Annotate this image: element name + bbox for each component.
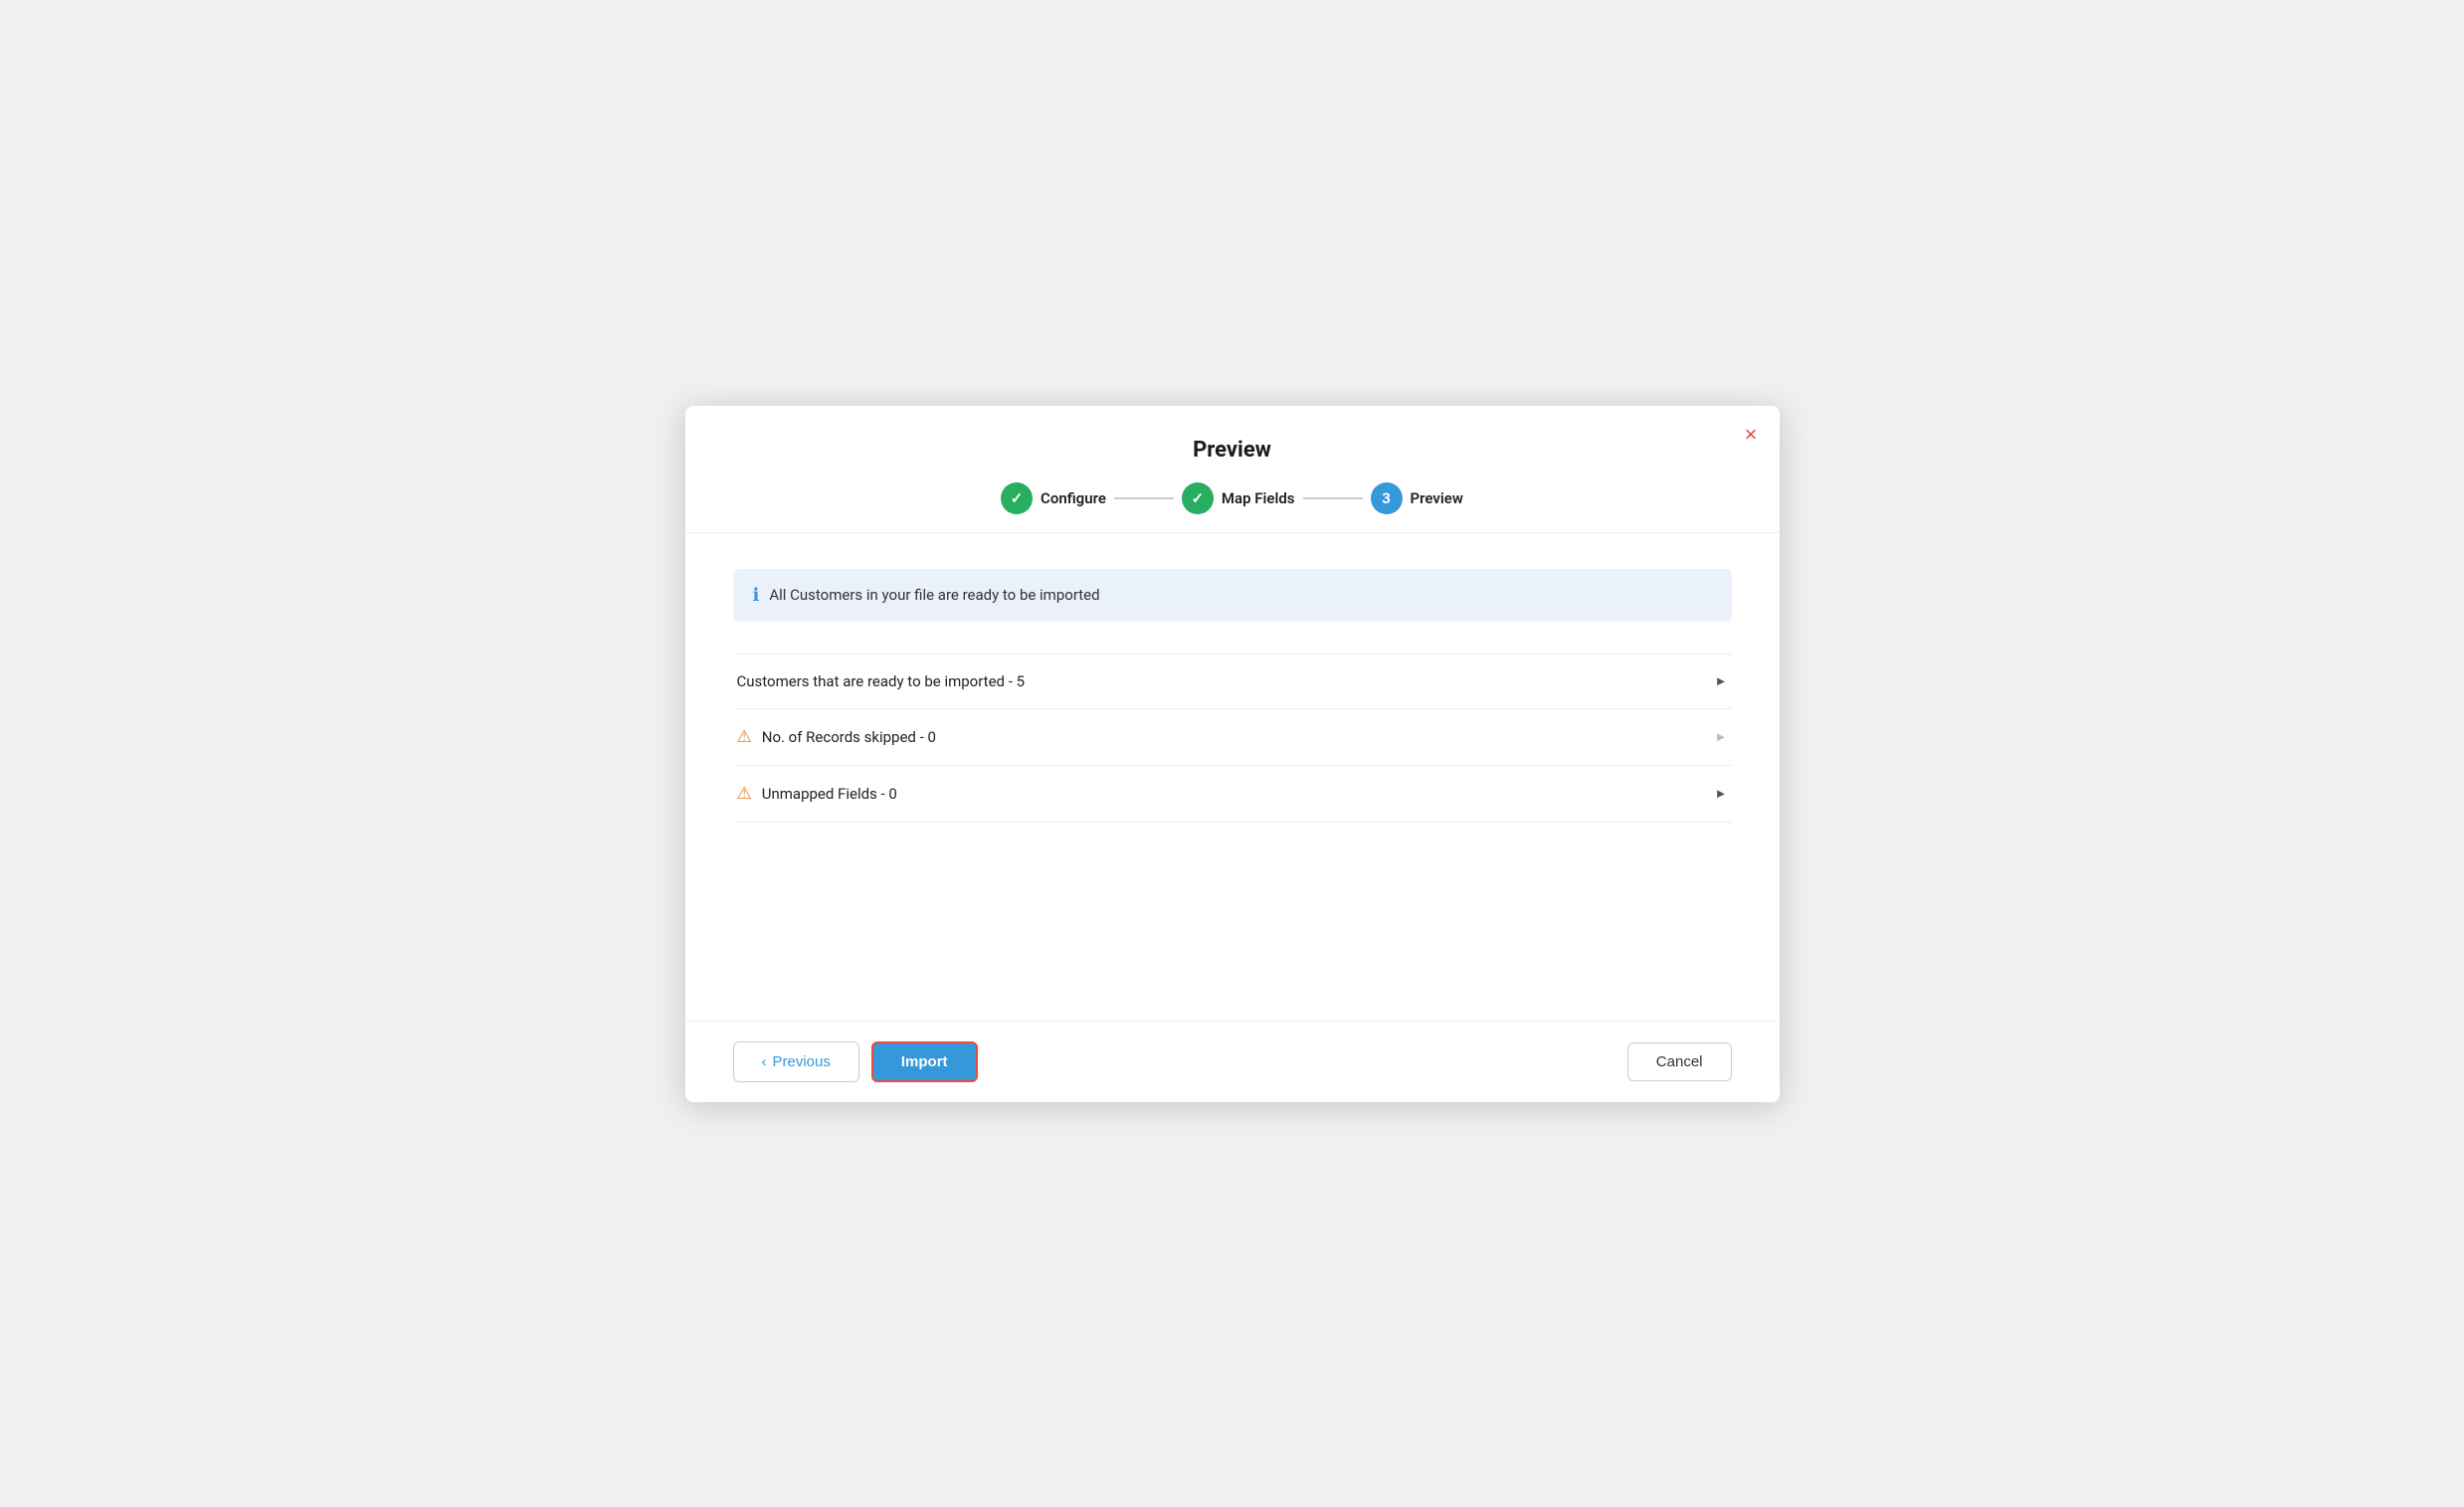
import-button[interactable]: Import — [871, 1041, 978, 1082]
summary-label-ready: Customers that are ready to be imported … — [737, 672, 1026, 690]
summary-item-ready[interactable]: Customers that are ready to be imported … — [733, 655, 1732, 709]
step-map-fields-label: Map Fields — [1222, 489, 1295, 507]
modal-body: ℹ All Customers in your file are ready t… — [685, 533, 1780, 1021]
modal: × Preview ✓ Configure ✓ Map Fields — [685, 406, 1780, 1102]
step-connector-1 — [1114, 497, 1174, 499]
summary-item-unmapped[interactable]: ⚠ Unmapped Fields - 0 ► — [733, 766, 1732, 823]
checkmark-icon-2: ✓ — [1192, 489, 1205, 507]
info-banner: ℹ All Customers in your file are ready t… — [733, 569, 1732, 622]
cancel-button[interactable]: Cancel — [1627, 1042, 1732, 1081]
previous-button[interactable]: ‹ Previous — [733, 1041, 859, 1082]
summary-label-skipped: No. of Records skipped - 0 — [762, 728, 936, 746]
step-preview-circle: 3 — [1371, 482, 1403, 514]
step-preview-label: Preview — [1411, 489, 1463, 507]
summary-item-ready-left: Customers that are ready to be imported … — [737, 672, 1026, 690]
step-preview-number: 3 — [1382, 489, 1391, 507]
previous-chevron-icon: ‹ — [762, 1053, 767, 1070]
step-map-fields-circle: ✓ — [1182, 482, 1214, 514]
step-map-fields: ✓ Map Fields — [1182, 482, 1295, 514]
info-icon: ℹ — [753, 585, 760, 606]
footer-left: ‹ Previous Import — [733, 1041, 978, 1082]
summary-item-unmapped-left: ⚠ Unmapped Fields - 0 — [737, 784, 897, 804]
modal-header: Preview ✓ Configure ✓ Map Fields — [685, 406, 1780, 533]
summary-arrow-unmapped: ► — [1715, 786, 1728, 802]
step-preview: 3 Preview — [1371, 482, 1463, 514]
modal-footer: ‹ Previous Import Cancel — [685, 1021, 1780, 1102]
step-connector-2 — [1303, 497, 1363, 499]
close-button[interactable]: × — [1745, 424, 1758, 446]
info-banner-text: All Customers in your file are ready to … — [769, 586, 1099, 604]
stepper: ✓ Configure ✓ Map Fields 3 Preview — [685, 482, 1780, 514]
modal-title: Preview — [685, 438, 1780, 463]
checkmark-icon: ✓ — [1011, 489, 1024, 507]
summary-label-unmapped: Unmapped Fields - 0 — [762, 785, 897, 803]
summary-arrow-skipped: ► — [1715, 729, 1728, 745]
summary-list: Customers that are ready to be imported … — [733, 654, 1732, 823]
warning-icon-unmapped: ⚠ — [737, 784, 752, 804]
warning-icon-skipped: ⚠ — [737, 727, 752, 747]
summary-item-skipped[interactable]: ⚠ No. of Records skipped - 0 ► — [733, 709, 1732, 766]
step-configure-circle: ✓ — [1001, 482, 1033, 514]
summary-arrow-ready: ► — [1715, 673, 1728, 689]
step-configure-label: Configure — [1041, 489, 1106, 507]
previous-label: Previous — [773, 1053, 831, 1070]
summary-item-skipped-left: ⚠ No. of Records skipped - 0 — [737, 727, 936, 747]
step-configure: ✓ Configure — [1001, 482, 1106, 514]
